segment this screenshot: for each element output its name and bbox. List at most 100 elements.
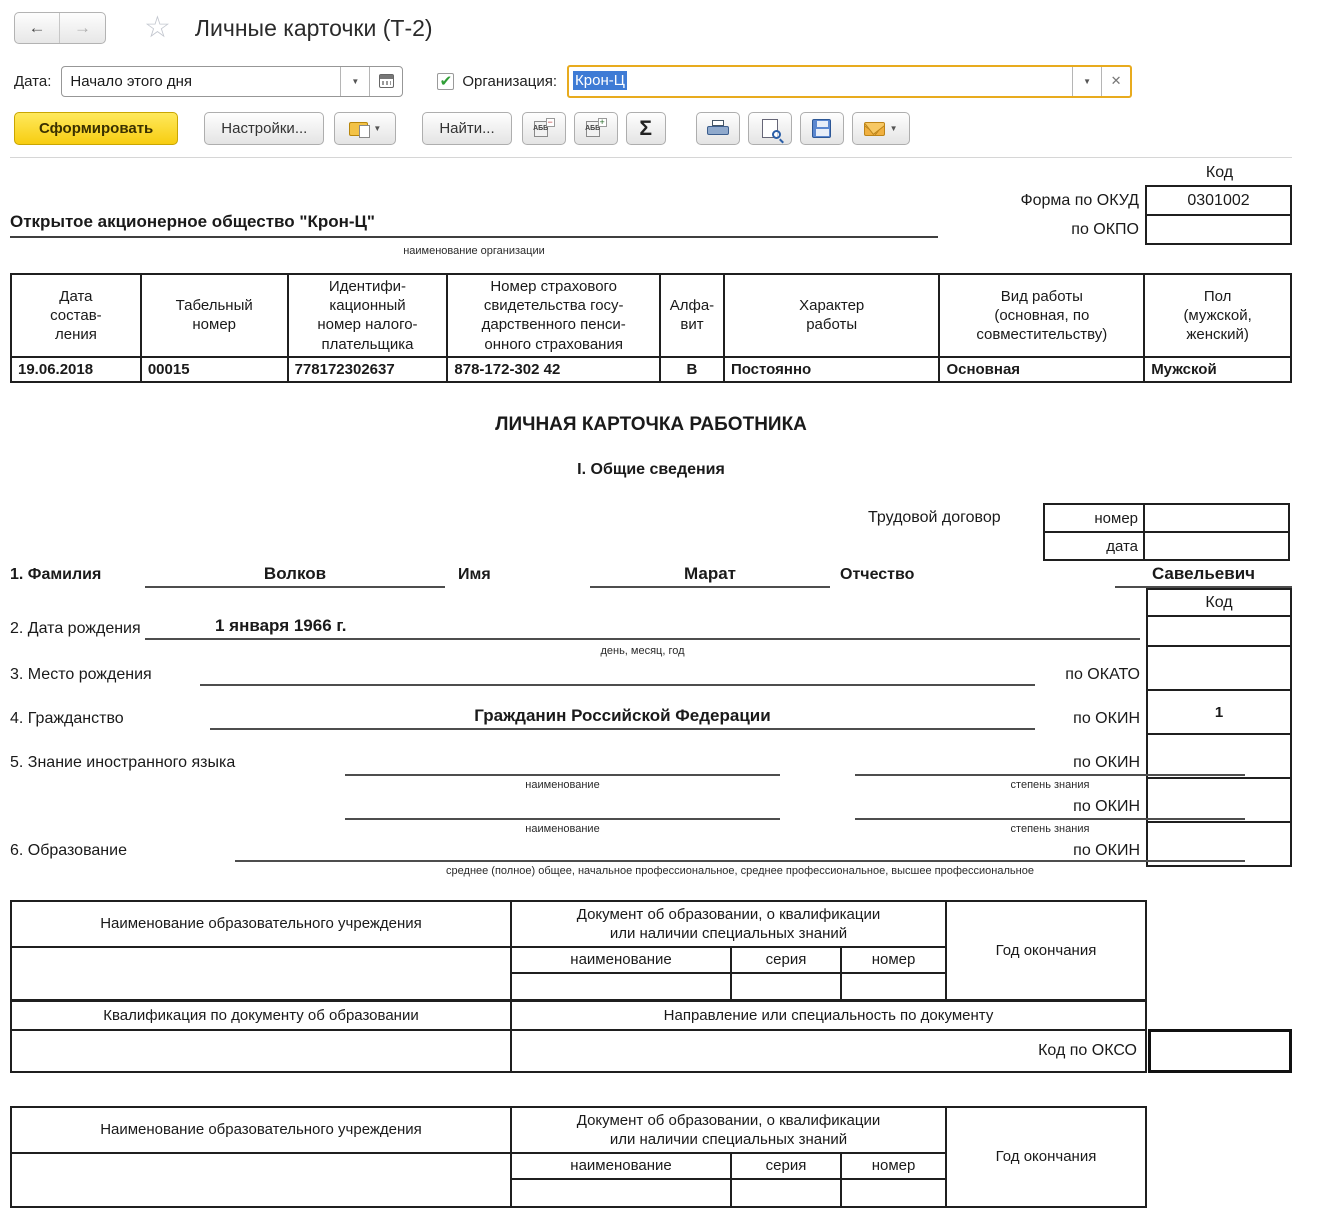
totals-button[interactable]: Σ <box>626 112 666 145</box>
report-variants-button[interactable]: ▼ <box>334 112 396 145</box>
save-button[interactable] <box>800 112 844 145</box>
header-cell: Дата состав- ления <box>11 274 141 357</box>
org-dropdown-button[interactable]: ▼ <box>1072 67 1101 96</box>
language-name-caption: наименование <box>345 823 780 835</box>
value-cell: Основная <box>939 357 1144 382</box>
doc-number-cell <box>841 973 946 1001</box>
document-header: Документ об образовании, о квалификации … <box>511 1107 946 1153</box>
company-name: Открытое акционерное общество "Крон-Ц" <box>10 212 938 238</box>
chevron-down-icon: ▼ <box>1083 77 1091 86</box>
org-selected-text: Крон-Ц <box>573 71 627 90</box>
language-name-line <box>345 796 780 820</box>
preview-icon <box>762 119 778 138</box>
citizenship-label: 4. Гражданство <box>10 710 124 728</box>
nav-button-group: ← → <box>14 12 106 44</box>
doc-name-cell <box>511 973 731 1001</box>
value-cell: Постоянно <box>724 357 940 382</box>
education-line <box>235 838 1245 862</box>
calendar-button[interactable] <box>369 67 402 96</box>
settings-button[interactable]: Настройки... <box>204 112 324 145</box>
code-cell: 1 <box>1147 690 1291 734</box>
qualification-table: Квалификация по документу об образовании… <box>10 999 1147 1073</box>
favorite-star-icon[interactable]: ☆ <box>144 13 171 43</box>
abc-plus-icon: АБВ+ <box>585 118 607 139</box>
report-area[interactable]: Код Форма по ОКУД 0301002 по ОКПО Открыт… <box>10 157 1292 1204</box>
labor-contract-label: Трудовой договор <box>868 509 1001 527</box>
doc-name-subheader: наименование <box>511 947 731 973</box>
surname-value: Волков <box>145 564 445 588</box>
header-cell: Характер работы <box>724 274 940 357</box>
document-title: ЛИЧНАЯ КАРТОЧКА РАБОТНИКА <box>10 414 1292 436</box>
okato-label: по ОКАТО <box>1030 666 1140 684</box>
qualification-header: Квалификация по документу об образовании <box>11 1000 511 1030</box>
institution-cell <box>11 947 511 1001</box>
okso-label: Код по ОКСО <box>511 1030 1146 1072</box>
preview-button[interactable] <box>748 112 792 145</box>
institution-header: Наименование образовательного учреждения <box>11 901 511 947</box>
org-field[interactable]: Крон-Ц ▼ ✕ <box>567 65 1132 98</box>
name-value: Марат <box>590 564 830 588</box>
send-mail-button[interactable]: ▼ <box>852 112 910 145</box>
education-label: 6. Образование <box>10 842 127 860</box>
date-label: Дата: <box>14 73 51 90</box>
expand-groups-button[interactable]: АБВ+ <box>574 112 618 145</box>
doc-series-cell <box>731 973 841 1001</box>
floppy-disk-icon <box>812 119 831 138</box>
labor-contract-table: номер дата <box>1043 503 1290 561</box>
back-button[interactable]: ← <box>15 13 60 43</box>
name-label: Имя <box>458 566 491 584</box>
birthplace-label: 3. Место рождения <box>10 666 152 684</box>
language-degree-line <box>855 796 1245 820</box>
institution-cell <box>11 1153 511 1207</box>
forward-button[interactable]: → <box>60 13 105 43</box>
org-checkbox[interactable]: ✔ <box>437 73 454 90</box>
language-name-line <box>345 752 780 776</box>
year-header: Год окончания <box>946 1107 1146 1207</box>
code-column-header: Код <box>1147 589 1291 616</box>
org-clear-button[interactable]: ✕ <box>1101 67 1130 96</box>
doc-number-subheader: номер <box>841 947 946 973</box>
generate-button[interactable]: Сформировать <box>14 112 178 145</box>
surname-label: 1. Фамилия <box>10 566 101 584</box>
org-label: Организация: <box>462 73 557 90</box>
document-header: Документ об образовании, о квалификации … <box>511 901 946 947</box>
toolbar: Сформировать Настройки... ▼ Найти... АБВ… <box>14 112 1327 145</box>
citizenship-value: Гражданин Российской Федерации <box>210 706 1035 730</box>
org-input[interactable]: Крон-Ц <box>569 67 1072 96</box>
header-cell: Алфа- вит <box>660 274 724 357</box>
education-table-1: Наименование образовательного учреждения… <box>10 900 1147 1002</box>
print-button[interactable] <box>696 112 740 145</box>
doc-number-cell <box>841 1179 946 1207</box>
value-cell: В <box>660 357 724 382</box>
date-field[interactable]: Начало этого дня ▼ <box>61 66 403 97</box>
okud-label: Форма по ОКУД <box>976 186 1146 215</box>
header-cell: Номер страхового свидетельства госу- дар… <box>447 274 660 357</box>
report-variants-icon <box>349 122 368 136</box>
birth-date-value: 1 января 1966 г. <box>145 616 1140 640</box>
doc-name-cell <box>511 1179 731 1207</box>
contract-date-cell <box>1144 532 1289 560</box>
language-degree-caption: степень знания <box>855 779 1245 791</box>
okpo-label: по ОКПО <box>976 215 1146 244</box>
okud-block: Форма по ОКУД 0301002 по ОКПО <box>976 185 1292 245</box>
doc-series-subheader: серия <box>731 947 841 973</box>
find-button[interactable]: Найти... <box>422 112 511 145</box>
language-degree-line <box>855 752 1245 776</box>
abc-minus-icon: АБВ− <box>533 118 555 139</box>
birthplace-line <box>200 662 1035 686</box>
qualification-cell <box>11 1030 511 1072</box>
okpo-value-cell <box>1146 215 1291 244</box>
code-cell <box>1147 616 1291 646</box>
info-values-row: 19.06.2018 00015 778172302637 878-172-30… <box>11 357 1291 382</box>
year-header: Год окончания <box>946 901 1146 1001</box>
collapse-groups-button[interactable]: АБВ− <box>522 112 566 145</box>
page-title: Личные карточки (Т-2) <box>195 15 433 42</box>
date-dropdown-button[interactable]: ▼ <box>340 67 369 96</box>
doc-number-subheader: номер <box>841 1153 946 1179</box>
date-input[interactable]: Начало этого дня <box>62 67 340 96</box>
code-cell <box>1147 646 1291 690</box>
envelope-icon <box>864 122 885 136</box>
header-cell: Вид работы (основная, по совместительств… <box>939 274 1144 357</box>
patronymic-label: Отчество <box>840 566 914 584</box>
doc-name-subheader: наименование <box>511 1153 731 1179</box>
